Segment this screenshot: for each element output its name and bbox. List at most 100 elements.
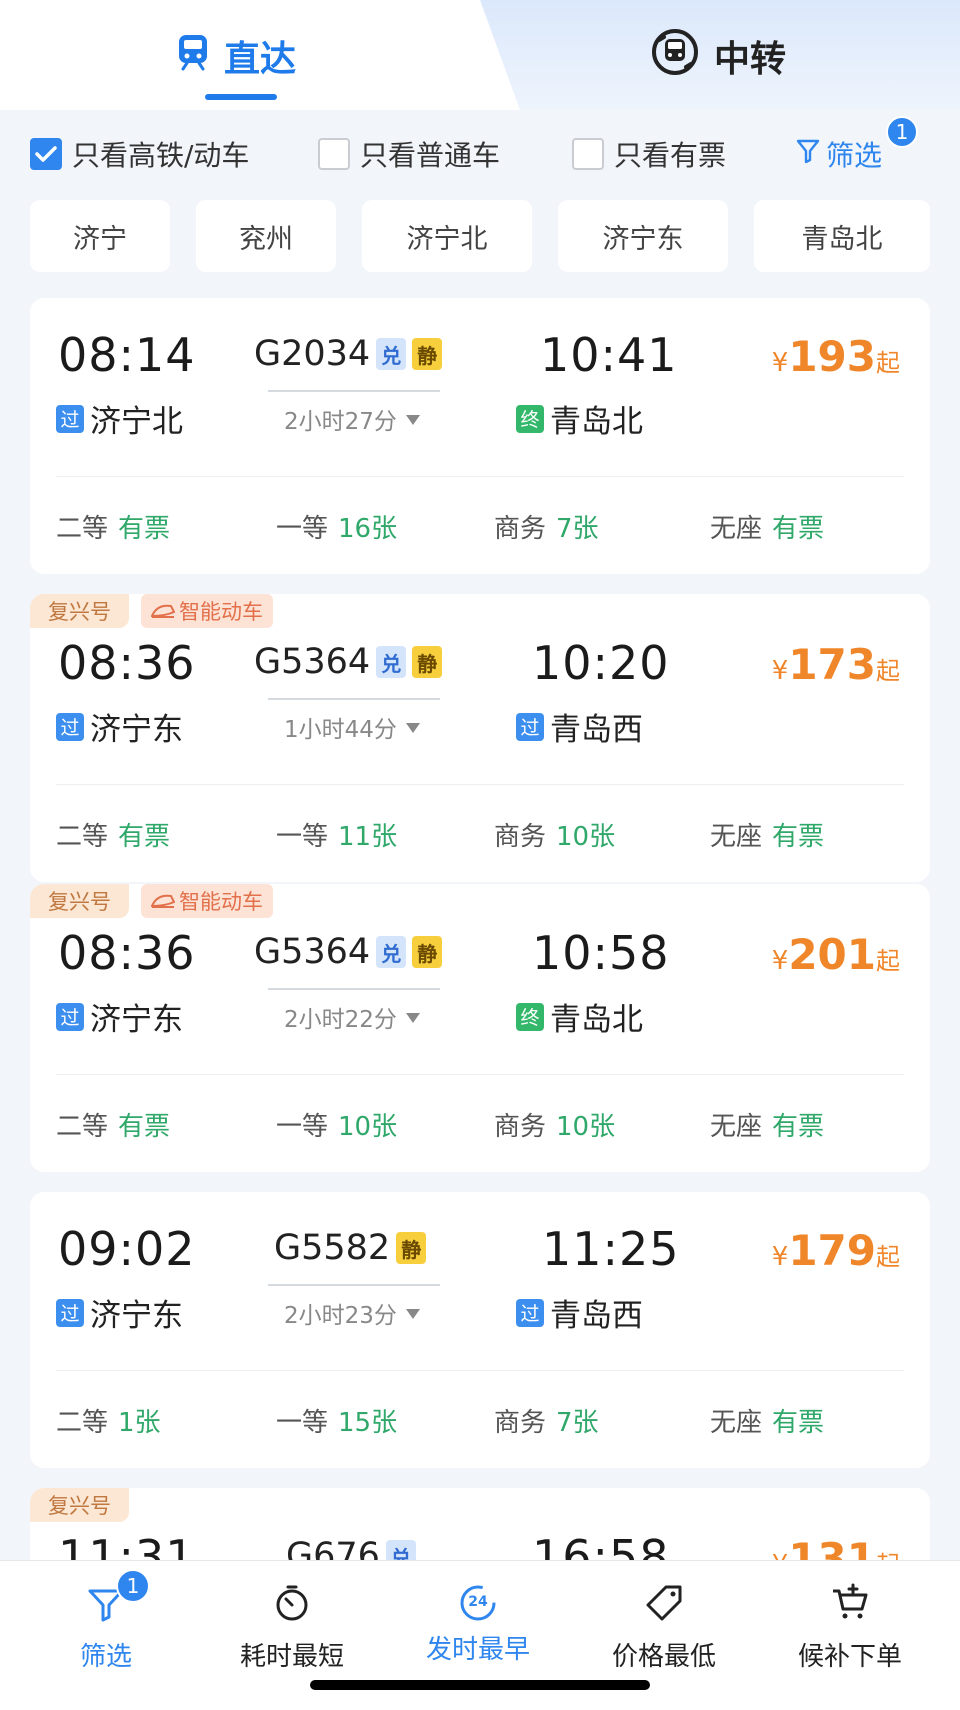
from-station-name: 济宁北 (90, 404, 183, 440)
high-speed-checkbox[interactable]: 只看高铁/动车 (30, 134, 249, 174)
seat-type: 二等 (56, 1112, 109, 1142)
departure-time: 08:14 (58, 328, 196, 382)
train-number[interactable]: G5364 兑 静 (254, 932, 443, 972)
pass-badge: 过 (516, 712, 544, 741)
seat-availability: 有票 (772, 1408, 825, 1438)
seat-availability: 有票 (772, 1112, 825, 1142)
seat-info: 无座 有票 (710, 508, 824, 545)
train-card[interactable]: 复兴号 智能动车 08:36 G5364 兑 静 2小时22分 10:58 过 … (30, 884, 930, 1172)
cart-plus-icon (830, 1583, 870, 1630)
train-tags: 复兴号 (30, 1488, 129, 1522)
card-divider (56, 1074, 904, 1075)
duration[interactable]: 1小时44分 (284, 710, 421, 744)
tab-direct-label: 直达 (224, 39, 297, 80)
to-station: 终 青岛北 (516, 994, 643, 1039)
caret-down-icon (405, 714, 421, 740)
tab-direct-underline (205, 94, 277, 100)
sort-cheapest-button[interactable]: 价格最低 (584, 1583, 744, 1673)
pass-badge: 过 (516, 1298, 544, 1327)
train-number[interactable]: G5582 静 (274, 1228, 427, 1268)
seat-info: 商务 10张 (494, 1106, 615, 1143)
currency-symbol: ¥ (771, 946, 789, 976)
pass-badge: 过 (56, 404, 84, 433)
smart-train-tag: 智能动车 (141, 884, 273, 918)
train-number[interactable]: G5364 兑 静 (254, 642, 443, 682)
pass-badge: 过 (56, 1002, 84, 1031)
arrival-time: 10:20 (532, 636, 670, 690)
seat-info: 无座 有票 (710, 816, 824, 853)
duration-line (268, 698, 440, 700)
seat-availability: 15张 (338, 1408, 398, 1438)
train-number-text: G2034 (254, 334, 371, 374)
seat-info: 二等 有票 (56, 1106, 170, 1143)
duration-line (268, 1284, 440, 1286)
tab-transfer[interactable]: 中转 (650, 26, 786, 86)
duration[interactable]: 2小时27分 (284, 402, 421, 436)
seat-info: 一等 16张 (276, 508, 397, 545)
seat-type: 二等 (56, 514, 109, 544)
clock-24-icon: 24 (458, 1583, 498, 1623)
currency-symbol: ¥ (771, 1242, 789, 1272)
station-chips: 济宁 兖州 济宁北 济宁东 青岛北 (30, 200, 930, 274)
duration[interactable]: 2小时22分 (284, 1000, 421, 1034)
checkbox-checked-icon (30, 138, 62, 170)
duration[interactable]: 2小时23分 (284, 1296, 421, 1330)
filter-button[interactable]: 筛选 (796, 134, 882, 174)
train-card[interactable]: 08:14 G2034 兑 静 2小时27分 10:41 过 济宁北 终 青岛北… (30, 298, 930, 574)
fuxing-tag: 复兴号 (30, 884, 129, 918)
fuxing-tag: 复兴号 (30, 594, 129, 628)
train-number[interactable]: G2034 兑 静 (254, 334, 443, 374)
terminal-badge: 终 (516, 1002, 544, 1031)
seat-type: 商务 (494, 1112, 547, 1142)
train-card[interactable]: 09:02 G5582 静 2小时23分 11:25 过 济宁东 过 青岛西 ¥… (30, 1192, 930, 1468)
exchange-badge: 兑 (376, 338, 407, 370)
caret-down-icon (405, 1004, 421, 1030)
to-station: 过 青岛西 (516, 1290, 643, 1335)
tab-direct[interactable]: 直达 (176, 26, 296, 86)
seat-availability: 有票 (118, 822, 171, 852)
seat-availability: 10张 (338, 1112, 398, 1142)
station-chip[interactable]: 兖州 (196, 200, 336, 272)
fuxing-tag: 复兴号 (30, 1488, 129, 1522)
seat-availability: 1张 (118, 1408, 161, 1438)
price: ¥ 193 起 (772, 332, 900, 381)
pass-badge: 过 (56, 712, 84, 741)
price-suffix: 起 (876, 349, 900, 377)
checkbox-empty-icon (572, 138, 604, 170)
seat-type: 无座 (710, 822, 763, 852)
bottom-filter-button[interactable]: 筛选 (26, 1583, 186, 1673)
duration-text: 2小时23分 (284, 1303, 397, 1329)
seat-info: 无座 有票 (710, 1402, 824, 1439)
caret-down-icon (405, 406, 421, 432)
seat-info: 一等 10张 (276, 1106, 397, 1143)
price-value: 193 (788, 332, 876, 381)
station-chip[interactable]: 济宁东 (558, 200, 728, 272)
station-chip[interactable]: 济宁 (30, 200, 170, 272)
sort-earliest-label: 发时最早 (425, 1635, 530, 1665)
clock-24-text: 24 (468, 1594, 488, 1610)
seat-type: 一等 (276, 822, 329, 852)
seat-type: 商务 (494, 1408, 547, 1438)
filter-label: 筛选 (826, 139, 883, 172)
seat-info: 二等 有票 (56, 816, 170, 853)
seat-availability: 10张 (556, 1112, 616, 1142)
train-card[interactable]: 复兴号 智能动车 08:36 G5364 兑 静 1小时44分 10:20 过 … (30, 594, 930, 882)
seat-info: 一等 11张 (276, 816, 397, 853)
sort-shortest-button[interactable]: 耗时最短 (212, 1583, 372, 1673)
to-station: 过 青岛西 (516, 704, 643, 749)
seat-availability: 16张 (338, 514, 398, 544)
station-chip[interactable]: 济宁北 (362, 200, 532, 272)
waitlist-label: 候补下单 (797, 1642, 902, 1672)
normal-train-checkbox[interactable]: 只看普通车 (318, 134, 500, 174)
bottom-filter-label: 筛选 (79, 1642, 132, 1672)
station-chip[interactable]: 青岛北 (754, 200, 930, 272)
smart-train-icon (150, 599, 176, 623)
bottom-filter-badge: 1 (116, 1569, 150, 1603)
sort-earliest-button[interactable]: 24 发时最早 (398, 1583, 558, 1666)
from-station-name: 济宁东 (90, 1298, 183, 1334)
seat-type: 一等 (276, 1112, 329, 1142)
has-ticket-checkbox[interactable]: 只看有票 (572, 134, 726, 174)
waitlist-button[interactable]: 候补下单 (770, 1583, 930, 1673)
from-station-name: 济宁东 (90, 1002, 183, 1038)
to-station-name: 青岛西 (550, 1298, 643, 1334)
